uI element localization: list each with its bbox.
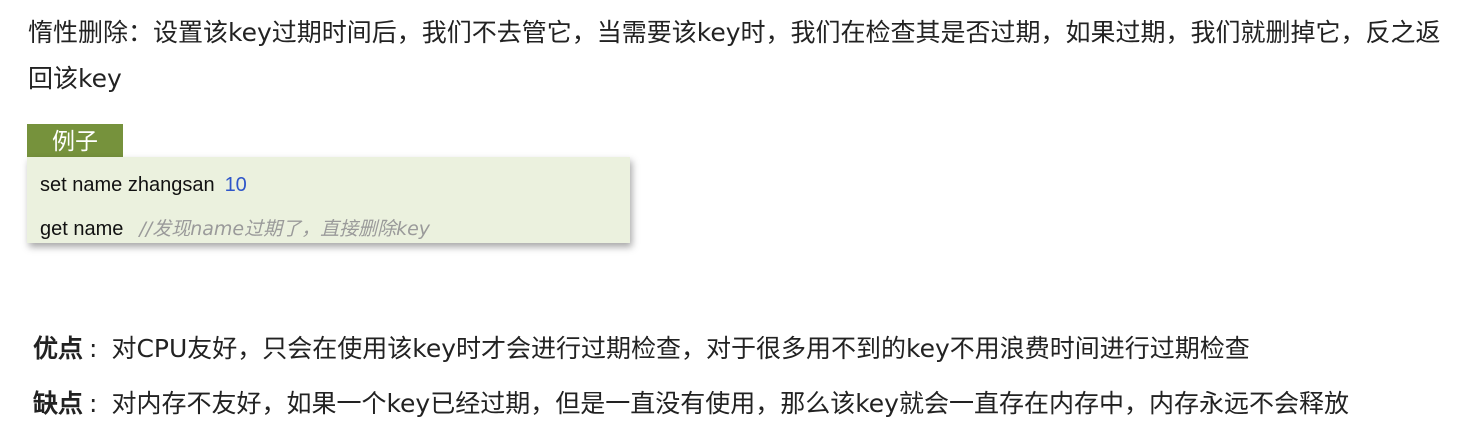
pros-line: 优点: 对CPU友好，只会在使用该key时才会进行过期检查，对于很多用不到的key… [33, 331, 1250, 367]
cons-label: 缺点 [33, 389, 84, 418]
cons-line: 缺点: 对内存不友好，如果一个key已经过期，但是一直没有使用，那么该key就会一… [33, 386, 1349, 422]
set-command: set name zhangsan [40, 174, 215, 196]
code-line-get: get name //发现name过期了，直接删除key [40, 214, 430, 241]
expire-value: 10 [224, 174, 247, 196]
code-line-set: set name zhangsan 10 [40, 174, 247, 197]
pros-colon: : [89, 334, 98, 363]
code-example-box: set name zhangsan 10 get name //发现name过期了，… [27, 157, 630, 243]
pros-text: 对CPU友好，只会在使用该key时才会进行过期检查，对于很多用不到的key不用浪… [111, 334, 1250, 363]
example-tag: 例子 [27, 124, 123, 161]
cons-colon: : [89, 389, 98, 418]
lazy-delete-description: 惰性删除：设置该key过期时间后，我们不去管它，当需要该key时，我们在检查其是… [28, 18, 1441, 93]
code-comment: //发现name过期了，直接删除key [139, 218, 431, 240]
cons-text: 对内存不友好，如果一个key已经过期，但是一直没有使用，那么该key就会一直存在… [111, 389, 1349, 418]
get-command: get name [40, 218, 124, 240]
pros-label: 优点 [33, 334, 84, 363]
